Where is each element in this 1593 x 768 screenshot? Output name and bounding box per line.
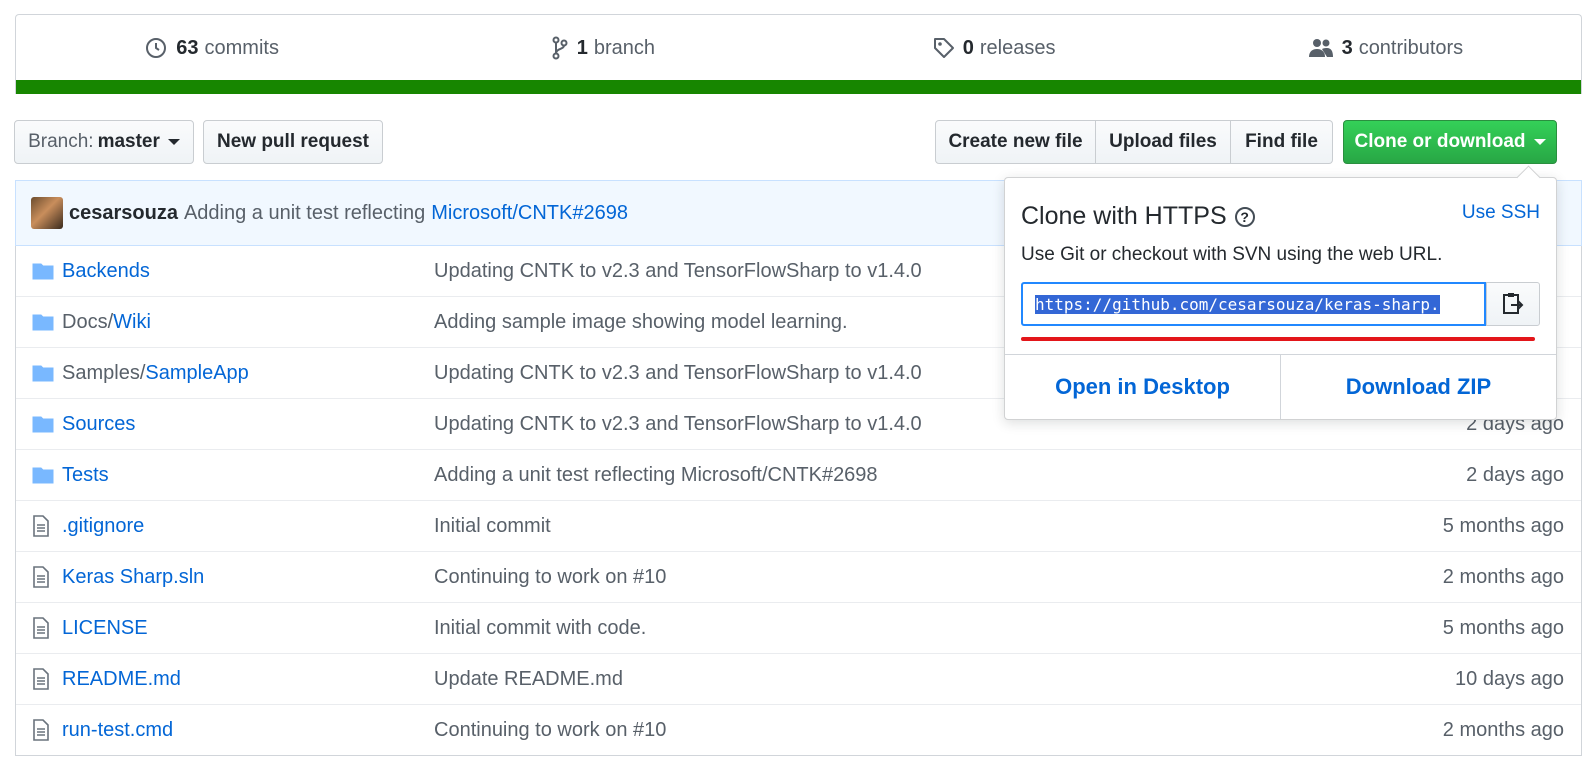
clone-url-input[interactable]: https://github.com/cesarsouza/keras-shar… bbox=[1021, 282, 1486, 326]
file-name[interactable]: run-test.cmd bbox=[62, 719, 434, 742]
clone-or-download-label: Clone or download bbox=[1354, 131, 1526, 152]
file-name[interactable]: LICENSE bbox=[62, 617, 434, 640]
file-name-link[interactable]: Backends bbox=[62, 260, 150, 282]
file-name[interactable]: Keras Sharp.sln bbox=[62, 566, 434, 589]
popup-arrow bbox=[1516, 165, 1541, 190]
releases-label: releases bbox=[979, 36, 1056, 59]
avatar[interactable] bbox=[31, 197, 63, 229]
file-name[interactable]: Docs/Wiki bbox=[62, 311, 434, 334]
file-row: run-test.cmd Continuing to work on #10 2… bbox=[16, 704, 1581, 755]
file-name-link[interactable]: SampleApp bbox=[145, 362, 248, 384]
file-name-link[interactable]: Wiki bbox=[113, 311, 151, 333]
git-branch-icon bbox=[552, 36, 568, 60]
clone-popup-actions: Open in Desktop Download ZIP bbox=[1005, 354, 1556, 419]
file-commit-message[interactable]: Initial commit with code. bbox=[434, 617, 1443, 640]
repo-numbers-summary: 63 commits 1 branch 0 releases 3 contrib… bbox=[15, 14, 1582, 94]
clone-description: Use Git or checkout with SVN using the w… bbox=[1021, 244, 1443, 265]
history-icon bbox=[146, 38, 167, 58]
branch-select-button[interactable]: Branch: master bbox=[14, 120, 194, 164]
clone-or-download-button[interactable]: Clone or download bbox=[1343, 120, 1557, 164]
file-row: .gitignore Initial commit 5 months ago bbox=[16, 500, 1581, 551]
branches-link[interactable]: 1 branch bbox=[407, 36, 798, 60]
file-icon bbox=[32, 668, 54, 690]
folder-icon bbox=[32, 313, 54, 331]
branch-value: master bbox=[97, 131, 160, 152]
file-name-link[interactable]: Keras Sharp.sln bbox=[62, 566, 204, 588]
file-age: 2 months ago bbox=[1442, 718, 1564, 741]
contributors-link[interactable]: 3 contributors bbox=[1190, 37, 1581, 60]
file-commit-message[interactable]: Initial commit bbox=[434, 515, 1443, 538]
file-name[interactable]: Sources bbox=[62, 413, 434, 436]
upload-files-button[interactable]: Upload files bbox=[1096, 120, 1231, 164]
use-ssh-link[interactable]: Use SSH bbox=[1462, 202, 1540, 224]
releases-count: 0 bbox=[962, 36, 974, 59]
file-age: 2 days ago bbox=[1466, 463, 1564, 486]
clone-title-text: Clone with HTTPS bbox=[1021, 202, 1227, 230]
releases-link[interactable]: 0 releases bbox=[799, 37, 1190, 60]
commit-message[interactable]: Adding a unit test reflecting bbox=[184, 202, 425, 225]
clone-popup-title: Clone with HTTPS ? bbox=[1021, 202, 1255, 231]
file-row: LICENSE Initial commit with code. 5 mont… bbox=[16, 602, 1581, 653]
file-icon bbox=[32, 566, 54, 588]
file-age: 2 months ago bbox=[1442, 565, 1564, 588]
new-pull-request-button[interactable]: New pull request bbox=[203, 120, 383, 164]
caret-down-icon bbox=[167, 139, 180, 145]
file-name-link[interactable]: .gitignore bbox=[62, 515, 144, 537]
file-name-link[interactable]: Sources bbox=[62, 413, 135, 435]
contributors-label: contributors bbox=[1358, 36, 1464, 59]
file-row: Keras Sharp.sln Continuing to work on #1… bbox=[16, 551, 1581, 602]
file-name[interactable]: README.md bbox=[62, 668, 434, 691]
copy-to-clipboard-button[interactable] bbox=[1486, 282, 1540, 326]
commit-author[interactable]: cesarsouza bbox=[69, 202, 178, 225]
file-commit-message[interactable]: Continuing to work on #10 bbox=[434, 566, 1443, 589]
question-icon[interactable]: ? bbox=[1234, 206, 1255, 227]
file-commit-message[interactable]: Adding a unit test reflecting Microsoft/… bbox=[434, 464, 1466, 487]
clone-popup: Clone with HTTPS ? Use SSH Use Git or ch… bbox=[1004, 165, 1557, 420]
file-row: README.md Update README.md 10 days ago bbox=[16, 653, 1581, 704]
file-icon bbox=[32, 719, 54, 741]
clone-url-selected-text: https://github.com/cesarsouza/keras-shar… bbox=[1035, 294, 1440, 314]
file-age: 5 months ago bbox=[1442, 616, 1564, 639]
people-icon bbox=[1308, 39, 1333, 57]
file-name[interactable]: Samples/SampleApp bbox=[62, 362, 434, 385]
branch-label: Branch: bbox=[28, 131, 94, 152]
file-icon bbox=[32, 617, 54, 639]
clipboard-icon bbox=[1503, 293, 1524, 314]
file-name-link[interactable]: Tests bbox=[62, 464, 109, 486]
commits-count: 63 bbox=[176, 36, 199, 59]
file-name[interactable]: Backends bbox=[62, 260, 434, 283]
file-name[interactable]: .gitignore bbox=[62, 515, 434, 538]
file-age: 10 days ago bbox=[1455, 667, 1564, 690]
commits-link[interactable]: 63 commits bbox=[16, 36, 407, 60]
file-icon bbox=[32, 515, 54, 537]
file-commit-message[interactable]: Continuing to work on #10 bbox=[434, 719, 1443, 742]
language-bar[interactable] bbox=[16, 80, 1581, 94]
branches-count: 1 bbox=[576, 36, 588, 59]
commit-issue-link[interactable]: Microsoft/CNTK#2698 bbox=[431, 202, 628, 225]
download-zip-button[interactable]: Download ZIP bbox=[1281, 355, 1556, 419]
folder-icon bbox=[32, 415, 54, 433]
file-name-prefix: Docs/ bbox=[62, 310, 114, 333]
folder-icon bbox=[32, 466, 54, 484]
file-commit-message[interactable]: Update README.md bbox=[434, 668, 1455, 691]
file-name-link[interactable]: run-test.cmd bbox=[62, 719, 173, 741]
file-age: 5 months ago bbox=[1442, 514, 1564, 537]
tag-icon bbox=[933, 38, 954, 58]
contributors-count: 3 bbox=[1341, 36, 1353, 59]
find-file-button[interactable]: Find file bbox=[1231, 120, 1333, 164]
file-name-prefix: Samples/ bbox=[62, 361, 146, 384]
open-in-desktop-button[interactable]: Open in Desktop bbox=[1005, 355, 1281, 419]
file-row: Tests Adding a unit test reflecting Micr… bbox=[16, 449, 1581, 500]
file-name[interactable]: Tests bbox=[62, 464, 434, 487]
commits-label: commits bbox=[204, 36, 279, 59]
branches-label: branch bbox=[593, 36, 656, 59]
file-actions-group: Create new file Upload files Find file bbox=[935, 120, 1333, 164]
caret-down-icon bbox=[1533, 139, 1546, 145]
red-annotation-underline bbox=[1021, 337, 1535, 341]
folder-icon bbox=[32, 262, 54, 280]
file-name-link[interactable]: README.md bbox=[62, 668, 181, 690]
file-name-link[interactable]: LICENSE bbox=[62, 617, 148, 639]
folder-icon bbox=[32, 364, 54, 382]
create-new-file-button[interactable]: Create new file bbox=[935, 120, 1096, 164]
